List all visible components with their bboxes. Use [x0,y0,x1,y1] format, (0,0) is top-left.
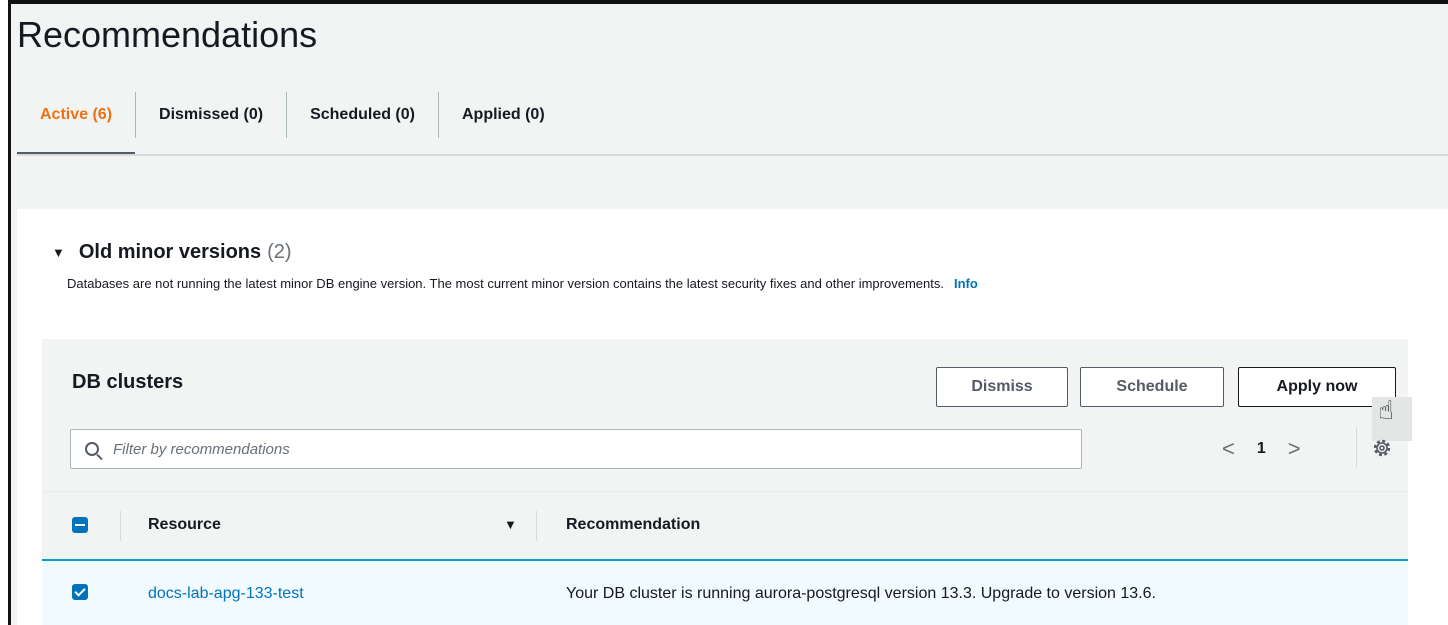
container-title: DB clusters [72,371,184,393]
row-checkbox[interactable] [72,584,88,600]
chevron-right-icon[interactable]: > [1288,436,1301,462]
pagination: < 1 > [1222,435,1301,463]
sort-descending-icon[interactable]: ▼ [504,517,517,532]
page-number[interactable]: 1 [1257,440,1266,458]
group-description: Databases are not running the latest min… [67,276,978,291]
table-row[interactable]: docs-lab-apg-133-test Your DB cluster is… [42,559,1408,625]
recommendation-group-panel: ▼ Old minor versions (2) Databases are n… [17,209,1448,625]
group-description-text: Databases are not running the latest min… [67,276,944,291]
resource-link[interactable]: docs-lab-apg-133-test [148,585,304,603]
search-icon [85,442,99,456]
page: Recommendations Active (6) Dismissed (0)… [11,4,1448,625]
column-header-resource[interactable]: Resource [148,516,221,534]
tab-applied[interactable]: Applied (0) [439,92,568,138]
select-all-checkbox[interactable] [72,517,88,533]
column-divider [120,511,121,541]
group-title: Old minor versions [78,241,262,263]
column-divider [536,511,537,541]
hand-cursor-icon: ☝ [1378,395,1394,425]
info-link[interactable]: Info [954,276,978,291]
tab-active[interactable]: Active (6) [17,92,136,156]
dismiss-button[interactable]: Dismiss [936,367,1068,407]
group-toggle[interactable]: ▼ Old minor versions (2) [52,241,292,264]
schedule-button[interactable]: Schedule [1080,367,1224,407]
pagination-divider [1356,427,1357,467]
recommendation-text: Your DB cluster is running aurora-postgr… [566,585,1156,602]
group-count: (2) [267,241,292,263]
caret-down-icon: ▼ [52,245,65,260]
tab-scheduled[interactable]: Scheduled (0) [287,92,438,138]
page-title: Recommendations [17,14,318,55]
tab-bar: Active (6) Dismissed (0) Scheduled (0) A… [17,92,568,156]
gear-icon[interactable] [1372,438,1392,458]
search-input[interactable] [111,439,1015,459]
search-box [70,429,1082,469]
db-clusters-container: DB clusters Dismiss Schedule Apply now ☝… [42,339,1412,625]
chevron-left-icon[interactable]: < [1222,436,1235,462]
column-header-recommendation: Recommendation [566,516,701,533]
tabs-divider [17,154,1448,156]
tab-dismissed[interactable]: Dismissed (0) [136,92,286,138]
table-header: Resource ▼ Recommendation [42,491,1408,560]
